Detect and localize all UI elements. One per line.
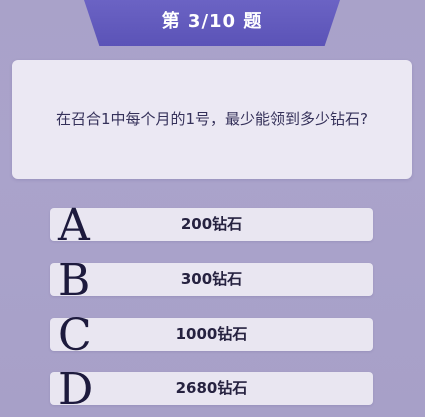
option-a-button[interactable]: 200钻石: [50, 208, 373, 241]
option-b-button[interactable]: 300钻石: [50, 263, 373, 296]
option-a-label: 200钻石: [180, 215, 243, 233]
option-c-label: 1000钻石: [175, 325, 248, 343]
option-d-label: 2680钻石: [175, 379, 248, 397]
option-b-letter: B: [58, 255, 91, 306]
question-counter: 第 3/10 题: [161, 11, 263, 32]
option-c-letter: C: [58, 310, 92, 361]
option-c-button[interactable]: 1000钻石: [50, 318, 373, 351]
option-d-letter: D: [58, 364, 94, 415]
question-text: 在召合1中每个月的1号，最少能领到多少钻石?: [55, 110, 369, 128]
question-card: 在召合1中每个月的1号，最少能领到多少钻石?: [12, 60, 412, 179]
option-b-label: 300钻石: [180, 270, 243, 288]
option-d-button[interactable]: 2680钻石: [50, 372, 373, 405]
option-a-letter: A: [58, 200, 90, 251]
